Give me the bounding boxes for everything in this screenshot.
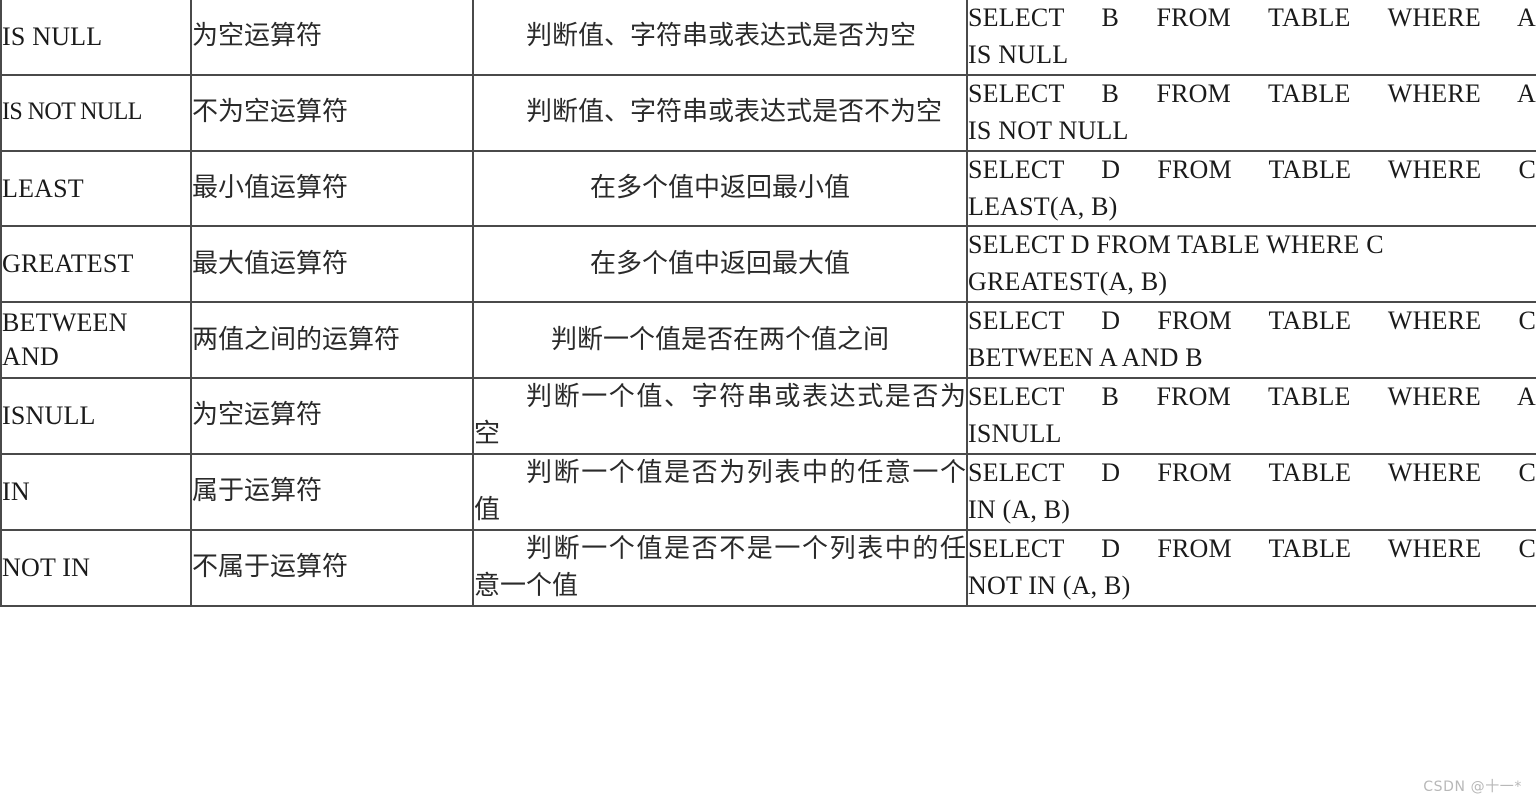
csdn-watermark: CSDN @十一* (1423, 779, 1522, 795)
table-row: LEAST 最小值运算符 在多个值中返回最小值 SELECT D FROM TABLE… (0, 149, 1536, 228)
example-line-2: NOT IN (A, B) (968, 570, 1131, 600)
example-line-1: SELECT D FROM TABLE WHERE C (968, 154, 1536, 184)
cell-description: 判断一个值、字符串或表达式是否为空 (472, 377, 968, 455)
example-line-1: SELECT B FROM TABLE WHERE A (968, 3, 1536, 32)
table-row: IS NOT NULL 不为空运算符 判断值、字符串或表达式是否不为空 SELECT … (0, 73, 1536, 152)
cell-example: SELECT B FROM TABLE WHERE A IS NULL (966, 0, 1536, 76)
table-body: IS NULL 为空运算符 判断值、字符串或表达式是否为空 SELECT B FROM… (0, 0, 1536, 607)
cell-description: 在多个值中返回最小值 (472, 149, 968, 228)
table-row: GREATEST 最大值运算符 在多个值中返回最大值 SELECT D FROM TA… (0, 225, 1536, 304)
document-page: IS NULL 为空运算符 判断值、字符串或表达式是否为空 SELECT B FROM… (0, 0, 1536, 808)
cell-operator: IS NULL (0, 0, 192, 76)
cell-operator-name: 最小值运算符 (190, 149, 474, 228)
cell-operator: GREATEST (0, 225, 192, 304)
example-line-1: SELECT D FROM TABLE WHERE C (968, 533, 1536, 563)
cell-operator-name: 为空运算符 (190, 377, 474, 455)
example-line-1: SELECT B FROM TABLE WHERE A (968, 78, 1536, 108)
sql-operator-table: IS NULL 为空运算符 判断值、字符串或表达式是否为空 SELECT B FROM… (0, 0, 1536, 607)
cell-example: SELECT D FROM TABLE WHERE C IN (A, B) (966, 452, 1536, 531)
cell-example: SELECT B FROM TABLE WHERE A IS NOT NULL (966, 73, 1536, 152)
cell-operator-name: 两值之间的运算符 (190, 301, 474, 380)
cell-example: SELECT D FROM TABLE WHERE C LEAST(A, B) (966, 149, 1536, 228)
cell-description: 判断一个值是否为列表中的任意一个值 (472, 452, 968, 531)
cell-operator: BETWEEN AND (0, 301, 192, 380)
cell-example: SELECT D FROM TABLE WHERE C GREATEST(A, B… (966, 225, 1536, 304)
cell-example: SELECT D FROM TABLE WHERE C BETWEEN A AND… (966, 301, 1536, 380)
cell-operator: NOT IN (0, 528, 192, 607)
example-line-2: LEAST(A, B) (968, 191, 1118, 221)
cell-operator: LEAST (0, 149, 192, 228)
example-line-2: ISNULL (968, 418, 1062, 448)
cell-operator: ISNULL (0, 377, 192, 455)
cell-operator-name: 为空运算符 (190, 0, 474, 76)
cell-example: SELECT B FROM TABLE WHERE A ISNULL (966, 377, 1536, 455)
example-line-1: SELECT D FROM TABLE WHERE C (968, 306, 1536, 336)
table-row: IS NULL 为空运算符 判断值、字符串或表达式是否为空 SELECT B FROM… (0, 0, 1536, 76)
cell-operator-name: 最大值运算符 (190, 225, 474, 304)
cell-operator-name: 不属于运算符 (190, 528, 474, 607)
cell-example: SELECT D FROM TABLE WHERE C NOT IN (A, B) (966, 528, 1536, 607)
cell-description: 判断值、字符串或表达式是否为空 (472, 0, 968, 76)
example-line-2: BETWEEN A AND B (968, 343, 1203, 373)
example-line-2: GREATEST(A, B) (968, 267, 1168, 297)
example-line-1: SELECT B FROM TABLE WHERE A (968, 382, 1536, 412)
example-line-1: SELECT D FROM TABLE WHERE C (968, 457, 1536, 487)
table-row: ISNULL 为空运算符 判断一个值、字符串或表达式是否为空 SELECT B FRO… (0, 377, 1536, 455)
cell-operator: IN (0, 452, 192, 531)
cell-description: 判断值、字符串或表达式是否不为空 (472, 73, 968, 152)
table-row: NOT IN 不属于运算符 判断一个值是否不是一个列表中的任意一个值 SELECT D… (0, 528, 1536, 607)
example-line-2: IS NULL (968, 39, 1069, 69)
example-line-1: SELECT D FROM TABLE WHERE C (968, 230, 1384, 260)
example-line-2: IS NOT NULL (968, 115, 1129, 145)
cell-description: 在多个值中返回最大值 (472, 225, 968, 304)
example-line-2: IN (A, B) (968, 494, 1071, 524)
table-row: IN 属于运算符 判断一个值是否为列表中的任意一个值 SELECT D FROM TA… (0, 452, 1536, 531)
cell-operator-name: 不为空运算符 (190, 73, 474, 152)
cell-description: 判断一个值是否不是一个列表中的任意一个值 (472, 528, 968, 607)
cell-description: 判断一个值是否在两个值之间 (472, 301, 968, 380)
cell-operator: IS NOT NULL (0, 73, 185, 152)
cell-operator-name: 属于运算符 (190, 452, 474, 531)
table-row: BETWEEN AND 两值之间的运算符 判断一个值是否在两个值之间 SELECT D… (0, 301, 1536, 380)
